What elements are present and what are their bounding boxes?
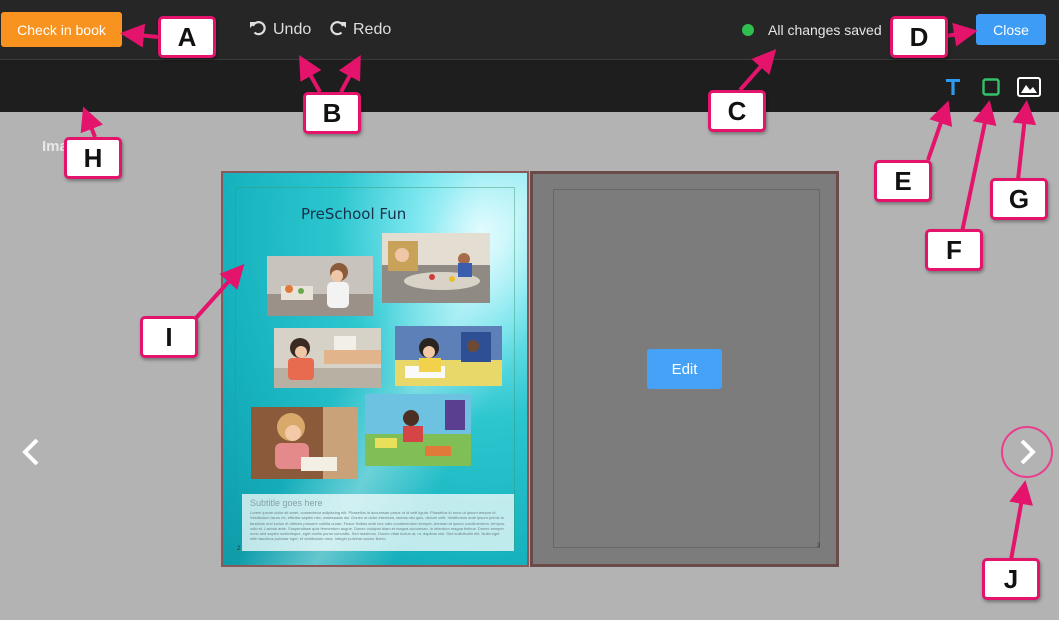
redo-button[interactable]: Redo [329,18,391,42]
callout-h: H [64,137,122,179]
photo-girl-playing[interactable] [267,256,373,316]
next-page-button[interactable] [1001,426,1053,478]
left-page[interactable]: PreSchool Fun Subtitle goes here Lorem i… [221,171,529,567]
callout-g: G [990,178,1048,220]
right-page-number: 3 [817,543,821,549]
editor-toolbar: Image FX [0,60,1059,155]
page-body-text: Lorem ipsum dolor sit amet, consectetur … [250,510,506,542]
left-page-number: 2 [237,546,241,552]
undo-button[interactable]: Undo [249,18,311,42]
photo-kids-on-carpet[interactable] [382,233,490,303]
photo-child-on-mat[interactable] [365,394,471,466]
close-button[interactable]: Close [976,14,1046,45]
undo-icon [249,19,267,42]
chevron-right-icon [1020,439,1036,465]
status-dot-icon [742,24,754,36]
page-title: PreSchool Fun [301,205,407,223]
callout-c: C [708,90,766,132]
save-status: All changes saved [742,20,882,40]
edit-page-button[interactable]: Edit [647,349,722,389]
previous-page-button[interactable] [14,432,48,472]
text-tool-icon[interactable] [940,74,966,100]
undo-label: Undo [273,21,312,38]
callout-e: E [874,160,932,202]
photo-boy-writing[interactable] [395,326,502,386]
body-text-box[interactable]: Subtitle goes here Lorem ipsum dolor sit… [242,494,514,551]
right-page[interactable]: Edit 3 [530,171,839,567]
callout-f: F [925,229,983,271]
photo-girl-at-desk[interactable] [274,328,381,388]
callout-a: A [158,16,216,58]
callout-b: B [303,92,361,134]
shape-tool-icon[interactable] [978,74,1004,100]
callout-d: D [890,16,948,58]
chevron-left-icon [22,438,39,466]
callout-j: J [982,558,1040,600]
callout-i: I [140,316,198,358]
image-tool-icon[interactable] [1016,74,1042,100]
redo-label: Redo [353,21,392,38]
check-in-book-button[interactable]: Check in book [1,12,122,47]
photo-girl-reading[interactable] [251,407,358,479]
redo-icon [329,19,347,42]
save-status-label: All changes saved [768,22,882,38]
page-subtitle: Subtitle goes here [250,498,323,508]
